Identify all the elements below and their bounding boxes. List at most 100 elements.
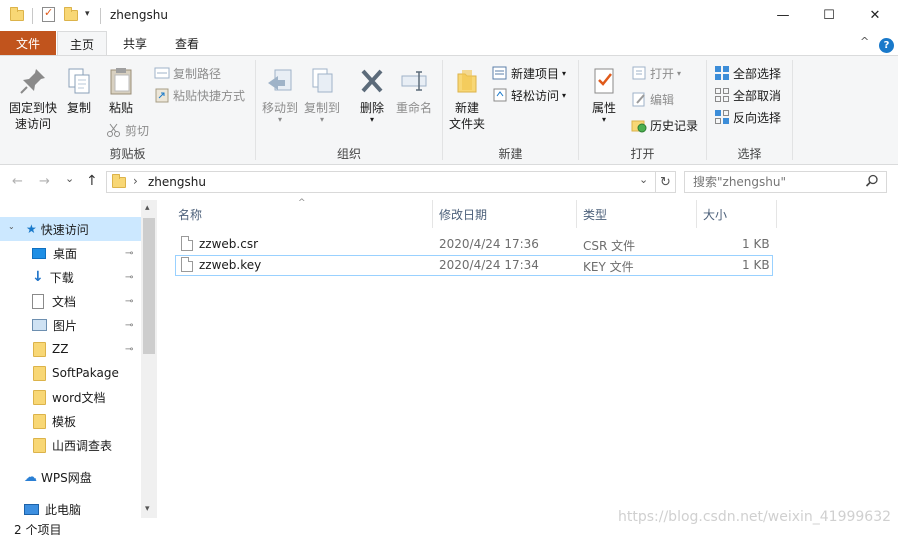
back-button[interactable]: ←	[12, 174, 23, 189]
paste-shortcut-label: 粘贴快捷方式	[173, 88, 246, 103]
history-icon	[631, 117, 647, 133]
sidebar-item-documents[interactable]: 文档 ⊸	[0, 289, 141, 313]
close-button[interactable]: ✕	[852, 0, 898, 31]
customize-quick-access-icon[interactable]: ▾	[85, 9, 90, 19]
sidebar-item-survey[interactable]: 山西调查表	[0, 433, 141, 457]
tab-home[interactable]: 主页	[57, 31, 107, 56]
sidebar-item-label: 下载	[49, 270, 74, 285]
maximize-button[interactable]: ☐	[806, 0, 852, 31]
pin-icon[interactable]: ⊸	[125, 272, 133, 283]
sidebar-item-wps-drive[interactable]: ☁ WPS网盘	[0, 465, 141, 489]
copy-icon	[64, 66, 94, 96]
up-button[interactable]: ↑	[86, 173, 98, 189]
edit-button[interactable]: 编辑	[631, 89, 674, 109]
select-none-label: 全部取消	[733, 88, 782, 103]
easy-access-label: 轻松访问	[511, 88, 560, 103]
history-button[interactable]: 历史记录	[631, 115, 698, 135]
sidebar-item-this-pc[interactable]: 此电脑	[0, 497, 141, 521]
new-item-button[interactable]: 新建项目 ▾	[492, 63, 566, 83]
paste-shortcut-button[interactable]: 粘贴快捷方式	[154, 85, 245, 105]
sidebar-item-templates[interactable]: 模板	[0, 409, 141, 433]
status-item-count: 2 个项目	[14, 523, 62, 535]
folder-icon	[33, 341, 46, 357]
refresh-button[interactable]: ↻	[656, 171, 676, 193]
open-group-label: 打开	[630, 147, 655, 161]
sidebar-item-label: 文档	[52, 294, 77, 309]
sidebar-item-pictures[interactable]: 图片 ⊸	[0, 313, 141, 337]
sidebar-item-word-docs[interactable]: word文档	[0, 385, 141, 409]
address-bar[interactable]: › zhengshu ⌄	[106, 171, 656, 193]
column-header-size[interactable]: 大小	[697, 200, 777, 228]
tab-share[interactable]: 共享	[111, 31, 159, 55]
sidebar-item-softpakage[interactable]: SoftPakage	[0, 361, 141, 385]
tab-view[interactable]: 查看	[163, 31, 211, 55]
sidebar-item-zz[interactable]: ZZ ⊸	[0, 337, 141, 361]
edit-pencil-icon	[631, 91, 647, 107]
open-button[interactable]: 打开 ▾	[631, 63, 681, 83]
copy-to-button[interactable]: 复制到 ▾	[302, 66, 342, 124]
pin-icon[interactable]: ⊸	[125, 344, 133, 355]
paste-button[interactable]: 粘贴	[104, 66, 138, 116]
minimize-button[interactable]: —	[760, 0, 806, 31]
select-group-label: 选择	[737, 147, 762, 161]
address-dropdown-button[interactable]: ⌄	[639, 173, 648, 186]
navigation-pane: ⌄ ★ 快速访问 桌面 ⊸ ↓ 下载 ⊸ 文档 ⊸ 图片 ⊸ ZZ ⊸ Soft…	[0, 200, 157, 518]
delete-button[interactable]: 删除 ▾	[354, 66, 390, 124]
help-icon[interactable]: ?	[879, 38, 894, 53]
open-label: 打开	[650, 66, 675, 81]
ribbon-tabs: 文件 主页 共享 查看	[0, 31, 898, 56]
column-header-name[interactable]: 名称	[172, 200, 433, 228]
pin-quick-access-button[interactable]: 固定到快 速访问	[6, 66, 60, 132]
column-header-type[interactable]: 类型	[577, 200, 697, 228]
dropdown-arrow-icon: ▾	[319, 115, 324, 124]
new-folder-button[interactable]: 新建 文件夹	[446, 66, 488, 132]
rename-button[interactable]: 重命名	[394, 66, 434, 116]
breadcrumb[interactable]: zhengshu	[148, 175, 206, 189]
search-icon[interactable]	[865, 174, 879, 188]
file-date: 2020/4/24 17:36	[439, 237, 539, 251]
new-folder-icon[interactable]	[64, 7, 78, 21]
scroll-up-arrow-icon[interactable]: ▴	[145, 203, 150, 213]
sidebar-item-quick-access[interactable]: ⌄ ★ 快速访问	[0, 217, 141, 241]
move-to-button[interactable]: 移动到 ▾	[260, 66, 300, 124]
sidebar-item-downloads[interactable]: ↓ 下载 ⊸	[0, 265, 141, 289]
copy-label: 复制	[66, 101, 91, 115]
select-none-button[interactable]: 全部取消	[714, 85, 781, 105]
file-size: 1 KB	[742, 258, 770, 272]
expand-arrow-icon[interactable]: ⌄	[8, 222, 15, 231]
dropdown-arrow-icon: ▾	[562, 90, 567, 100]
column-header-date[interactable]: 修改日期	[433, 200, 577, 228]
pin-icon[interactable]: ⊸	[125, 320, 133, 331]
properties-icon[interactable]	[42, 6, 56, 22]
easy-access-icon	[492, 87, 508, 103]
cut-button[interactable]: 剪切	[106, 120, 149, 140]
properties-button[interactable]: 属性 ▾	[586, 66, 622, 124]
easy-access-button[interactable]: 轻松访问 ▾	[492, 85, 566, 105]
watermark-text: https://blog.csdn.net/weixin_41999632	[618, 509, 892, 525]
pin-icon[interactable]: ⊸	[125, 248, 133, 259]
copy-path-button[interactable]: 复制路径	[154, 63, 221, 83]
copy-button[interactable]: 复制	[62, 66, 96, 116]
scroll-down-arrow-icon[interactable]: ▾	[145, 504, 150, 514]
search-box[interactable]	[684, 171, 887, 193]
file-row[interactable]: zzweb.key 2020/4/24 17:34 KEY 文件 1 KB	[175, 255, 773, 276]
sidebar-item-label: 此电脑	[45, 502, 82, 517]
collapse-ribbon-icon[interactable]: ^	[860, 35, 869, 48]
breadcrumb-separator: ›	[133, 174, 138, 188]
select-all-icon	[714, 65, 730, 81]
sidebar-scrollbar-thumb[interactable]	[143, 218, 155, 354]
paste-label: 粘贴	[108, 101, 133, 115]
copy-to-icon	[307, 66, 337, 96]
pin-icon[interactable]: ⊸	[125, 296, 133, 307]
recent-locations-button[interactable]: ⌄	[65, 172, 74, 185]
cloud-icon: ☁	[24, 469, 37, 485]
tab-file[interactable]: 文件	[0, 31, 56, 55]
file-row[interactable]: zzweb.csr 2020/4/24 17:36 CSR 文件 1 KB	[175, 234, 773, 255]
dropdown-arrow-icon: ▾	[601, 115, 606, 124]
dropdown-arrow-icon: ▾	[562, 68, 567, 78]
search-input[interactable]	[693, 174, 858, 190]
sidebar-item-desktop[interactable]: 桌面 ⊸	[0, 241, 141, 265]
invert-selection-button[interactable]: 反向选择	[714, 107, 781, 127]
forward-button[interactable]: →	[39, 174, 50, 189]
select-all-button[interactable]: 全部选择	[714, 63, 781, 83]
